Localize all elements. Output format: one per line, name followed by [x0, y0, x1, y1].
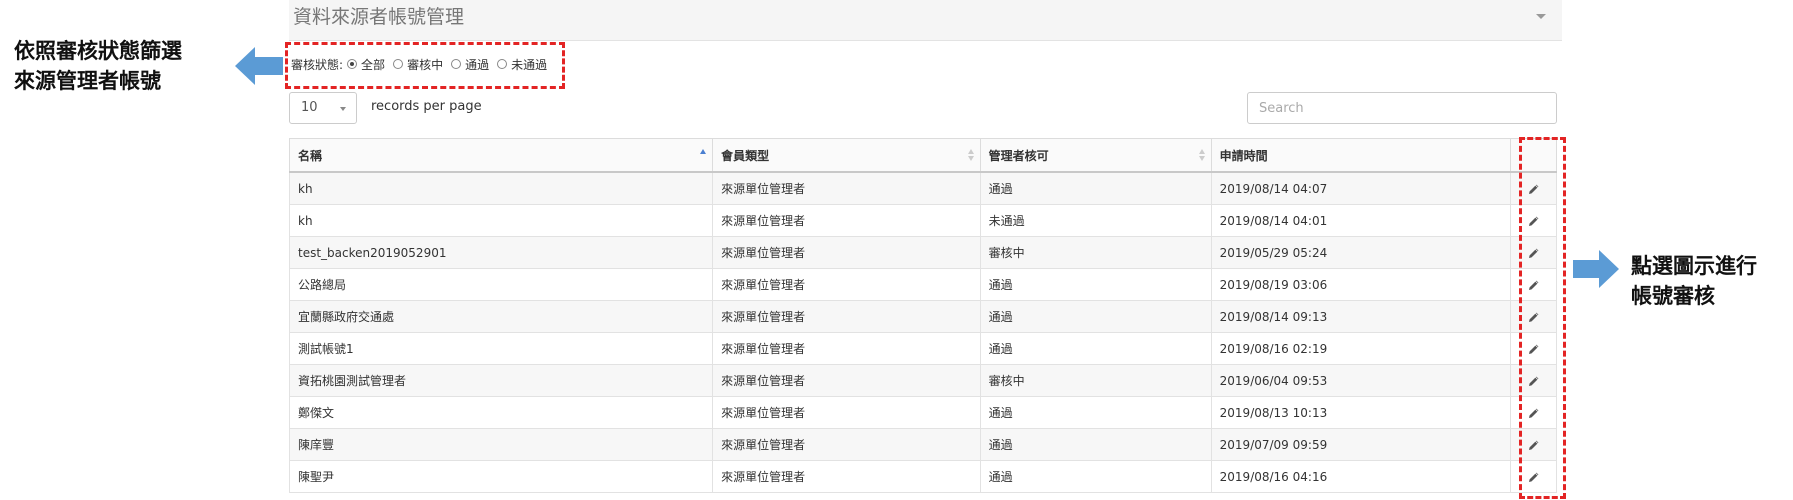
column-header-name[interactable]: 名稱 [288, 138, 714, 173]
page-length-label: records per page [371, 99, 482, 114]
chevron-down-icon [340, 107, 346, 111]
panel-title: 資料來源者帳號管理 [293, 6, 465, 28]
column-header-label: 管理者核可 [988, 148, 1049, 163]
annotation-line: 點選圖示進行 [1631, 254, 1757, 278]
cell-name: 宜蘭縣政府交通處 [288, 300, 714, 333]
column-header-label: 會員類型 [721, 148, 770, 163]
column-header-label: 申請時間 [1219, 148, 1268, 163]
edit-annotation: 點選圖示進行 帳號審核 [1631, 251, 1757, 311]
cell-approval: 通過 [979, 332, 1212, 365]
table-row: 公路總局 來源單位管理者 通過 2019/08/19 03:06 [288, 268, 1557, 301]
cell-approval: 審核中 [979, 364, 1212, 397]
annotation-line: 來源管理者帳號 [14, 69, 161, 93]
filter-annotation: 依照審核狀態篩選 來源管理者帳號 [14, 36, 182, 96]
cell-approval: 通過 [979, 428, 1212, 461]
cell-name: test_backen2019052901 [288, 236, 714, 269]
page-length-select[interactable]: 10 [289, 92, 357, 124]
cell-name: 公路總局 [288, 268, 714, 301]
column-header-type[interactable]: 會員類型 [712, 138, 981, 173]
cell-type: 來源單位管理者 [712, 171, 981, 205]
cell-approval: 通過 [979, 300, 1212, 333]
cell-type: 來源單位管理者 [712, 236, 981, 269]
cell-approval: 通過 [979, 460, 1212, 493]
annotation-line: 帳號審核 [1631, 284, 1715, 308]
cell-time: 2019/08/14 09:13 [1210, 300, 1512, 333]
cell-type: 來源單位管理者 [712, 300, 981, 333]
cell-approval: 審核中 [979, 236, 1212, 269]
filter-highlight-box [285, 42, 565, 89]
table-row: 測試帳號1 來源單位管理者 通過 2019/08/16 02:19 [288, 332, 1557, 365]
cell-time: 2019/08/16 02:19 [1210, 332, 1512, 365]
cell-type: 來源單位管理者 [712, 460, 981, 493]
cell-type: 來源單位管理者 [712, 268, 981, 301]
cell-type: 來源單位管理者 [712, 364, 981, 397]
table-row: kh 來源單位管理者 通過 2019/08/14 04:07 [288, 171, 1557, 205]
cell-time: 2019/08/14 04:07 [1210, 171, 1512, 205]
arrow-right-icon [1573, 250, 1619, 288]
cell-time: 2019/05/29 05:24 [1210, 236, 1512, 269]
cell-name: 鄭傑文 [288, 396, 714, 429]
cell-approval: 通過 [979, 268, 1212, 301]
column-header-approval[interactable]: 管理者核可 [979, 138, 1212, 173]
page-length-value: 10 [301, 100, 318, 115]
edit-column-highlight-box [1519, 137, 1566, 499]
table-row: 宜蘭縣政府交通處 來源單位管理者 通過 2019/08/14 09:13 [288, 300, 1557, 333]
cell-approval: 未通過 [979, 204, 1212, 237]
cell-time: 2019/08/14 04:01 [1210, 204, 1512, 237]
cell-type: 來源單位管理者 [712, 428, 981, 461]
column-header-time[interactable]: 申請時間 [1210, 138, 1512, 173]
search-input[interactable]: Search [1247, 92, 1557, 124]
table-header-row: 名稱 會員類型 管理者核可 申請時間 [288, 138, 1557, 173]
collapse-caret-icon[interactable] [1536, 14, 1546, 19]
cell-name: kh [288, 204, 714, 237]
panel-header[interactable]: 資料來源者帳號管理 [289, 0, 1562, 41]
cell-name: 陳聖尹 [288, 460, 714, 493]
cell-time: 2019/08/16 04:16 [1210, 460, 1512, 493]
table-row: test_backen2019052901 來源單位管理者 審核中 2019/05/2… [288, 236, 1557, 269]
table-row: 資拓桃園測試管理者 來源單位管理者 審核中 2019/06/04 09:53 [288, 364, 1557, 397]
cell-name: 測試帳號1 [288, 332, 714, 365]
cell-approval: 通過 [979, 171, 1212, 205]
table-row: 陳庠豐 來源單位管理者 通過 2019/07/09 09:59 [288, 428, 1557, 461]
table-row: 陳聖尹 來源單位管理者 通過 2019/08/16 04:16 [288, 460, 1557, 493]
sort-icon [1198, 149, 1205, 161]
cell-time: 2019/07/09 09:59 [1210, 428, 1512, 461]
cell-time: 2019/08/19 03:06 [1210, 268, 1512, 301]
cell-name: 陳庠豐 [288, 428, 714, 461]
cell-type: 來源單位管理者 [712, 396, 981, 429]
cell-type: 來源單位管理者 [712, 204, 981, 237]
table-row: kh 來源單位管理者 未通過 2019/08/14 04:01 [288, 204, 1557, 237]
cell-name: kh [288, 171, 714, 205]
annotation-line: 依照審核狀態篩選 [14, 39, 182, 63]
cell-type: 來源單位管理者 [712, 332, 981, 365]
accounts-table: 名稱 會員類型 管理者核可 申請時間 kh 來源單位管理者 通過 2019/08/14… [288, 138, 1557, 493]
column-header-label: 名稱 [298, 148, 323, 163]
sort-icon [967, 149, 974, 161]
cell-name: 資拓桃園測試管理者 [288, 364, 714, 397]
cell-time: 2019/06/04 09:53 [1210, 364, 1512, 397]
cell-time: 2019/08/13 10:13 [1210, 396, 1512, 429]
sort-ascending-icon [700, 149, 707, 161]
table-row: 鄭傑文 來源單位管理者 通過 2019/08/13 10:13 [288, 396, 1557, 429]
cell-approval: 通過 [979, 396, 1212, 429]
arrow-left-icon [235, 47, 283, 85]
